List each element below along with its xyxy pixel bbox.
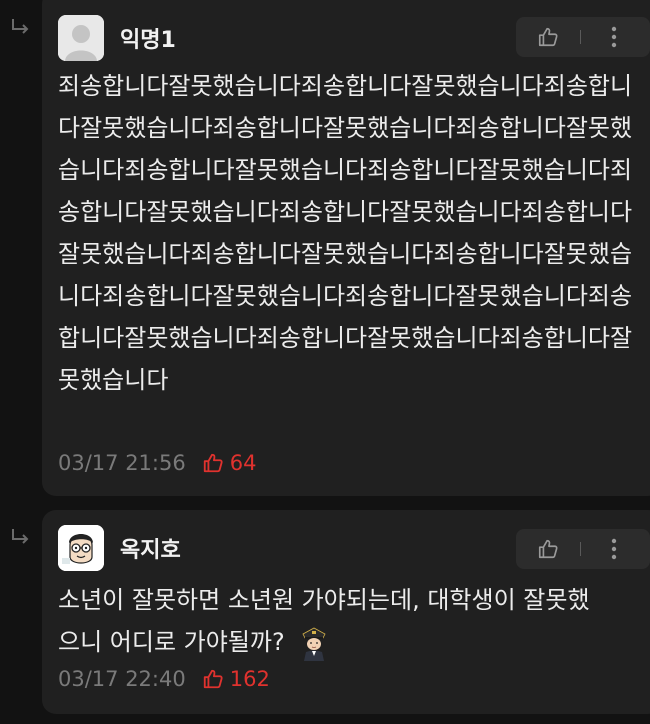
comment-body: 죄송합니다잘못했습니다죄송합니다잘못했습니다죄송합니다잘못했습니다죄송합니다잘못… (58, 72, 633, 394)
author-name[interactable]: 옥지호 (120, 532, 181, 564)
comment-timestamp: 03/17 21:56 (58, 451, 186, 475)
like-count: 162 (202, 667, 270, 691)
comment-actions (516, 529, 650, 569)
more-button[interactable] (581, 529, 647, 569)
like-button[interactable] (516, 529, 580, 569)
comment-meta: 03/17 22:40 162 (58, 667, 270, 691)
more-button[interactable] (581, 17, 647, 57)
like-count: 64 (202, 451, 257, 475)
like-button[interactable] (516, 17, 580, 57)
more-vertical-icon (611, 538, 617, 560)
reply-arrow-icon (12, 529, 29, 544)
comment-timestamp: 03/17 22:40 (58, 667, 186, 691)
avatar[interactable] (58, 15, 104, 61)
avatar[interactable] (58, 525, 104, 571)
default-avatar-icon (58, 15, 104, 61)
thumbs-up-icon (538, 27, 558, 47)
thumbs-up-icon (203, 669, 223, 689)
police-emoji-icon (302, 627, 326, 661)
comment-item: 익명1 죄송합니다잘못했습니다죄송합니다잘못했습니다죄송합니다잘못했습니다죄송합… (42, 0, 650, 496)
comment-item: 옥지호 소년이 잘못하면 소년원 가야되는데, 대학생이 잘못했으니 어디로 가… (42, 510, 650, 714)
cartoon-avatar-icon (58, 525, 104, 571)
more-vertical-icon (611, 26, 617, 48)
comment-body-wrap: 소년이 잘못하면 소년원 가야되는데, 대학생이 잘못했으니 어디로 가야될까? (58, 579, 598, 663)
like-count-value: 64 (229, 451, 257, 475)
comment-actions (516, 17, 650, 57)
thumbs-up-icon (203, 453, 223, 473)
comment-meta: 03/17 21:56 64 (58, 451, 256, 475)
author-name[interactable]: 익명1 (120, 22, 176, 54)
comment-thread: 익명1 죄송합니다잘못했습니다죄송합니다잘못했습니다죄송합니다잘못했습니다죄송합… (0, 0, 650, 724)
like-count-value: 162 (229, 667, 270, 691)
reply-arrow-icon (12, 19, 29, 34)
thumbs-up-icon (538, 539, 558, 559)
